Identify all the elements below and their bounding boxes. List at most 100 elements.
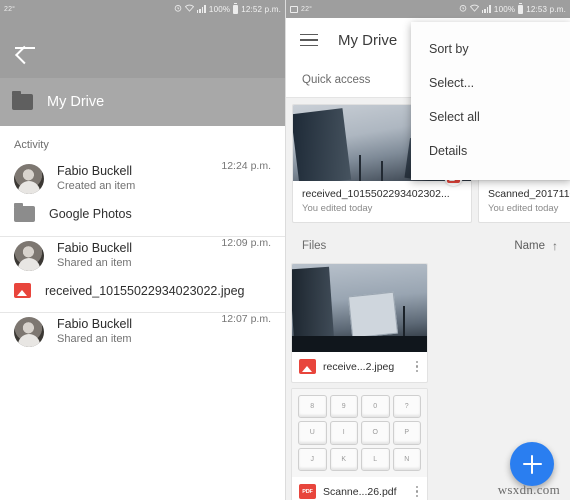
clock-label: 12:52 p.m. <box>241 4 281 14</box>
pdf-file-icon: PDF <box>299 484 316 499</box>
activity-action: Created an item <box>57 180 136 192</box>
file-card[interactable]: 8 9 0 ? U I O P J K L N PDF Scanne...26.… <box>291 388 428 500</box>
key-shape: N <box>392 447 421 471</box>
key-shape: K <box>329 447 358 471</box>
avatar <box>14 317 44 347</box>
activity-time: 12:24 p.m. <box>221 160 271 172</box>
right-phone-screen: 22° 100% 12:53 p.m. My Drive Quick acces… <box>285 0 570 500</box>
key-shape: J <box>298 447 327 471</box>
activity-time: 12:07 p.m. <box>221 313 271 325</box>
quick-access-file-name: received_1015502293402302... <box>302 188 450 200</box>
create-new-fab-button[interactable] <box>510 442 554 486</box>
quick-access-subtitle: You edited today <box>488 203 559 214</box>
activity-list: Activity 12:24 p.m. Fabio Buckell Create… <box>0 126 285 500</box>
avatar <box>14 241 44 271</box>
billboard-shape <box>347 291 399 339</box>
file-overflow-menu-icon[interactable] <box>411 360 423 373</box>
battery-percent-label: 100% <box>493 4 516 14</box>
watermark-label: wsxdn.com <box>497 482 560 497</box>
file-card[interactable]: receive...2.jpeg <box>291 263 428 383</box>
files-label: Files <box>302 240 327 252</box>
wifi-icon <box>184 4 195 14</box>
jpeg-file-icon <box>299 359 316 374</box>
activity-item-row[interactable]: received_10155022934023022.jpeg <box>0 271 285 312</box>
menu-item-sort-by[interactable]: Sort by <box>411 32 570 66</box>
activity-time: 12:09 p.m. <box>221 237 271 249</box>
overflow-dropdown-menu: Sort by Select... Select all Details <box>411 22 570 180</box>
wifi-icon <box>469 4 480 14</box>
screenshot-icon <box>290 5 298 13</box>
sort-control[interactable]: Name ↑ <box>514 239 558 253</box>
left-toolbar <box>0 18 285 78</box>
key-shape: I <box>329 421 358 445</box>
quick-access-subtitle: You edited today <box>302 203 373 214</box>
key-shape: U <box>298 421 327 445</box>
quick-access-meta: received_1015502293402302... You edited … <box>293 181 471 222</box>
status-bar-left-group: 22° <box>4 6 15 13</box>
ground-shape <box>292 336 427 352</box>
activity-entry[interactable]: 12:09 p.m. Fabio Buckell Shared an item … <box>0 237 285 312</box>
menu-item-select-all[interactable]: Select all <box>411 100 570 134</box>
jpeg-file-icon <box>14 283 31 298</box>
signal-bars-icon <box>481 5 491 13</box>
quick-access-label: Quick access <box>302 73 371 86</box>
activity-item-name: Google Photos <box>49 207 132 221</box>
building-shape <box>293 108 352 181</box>
key-shape: ? <box>392 395 421 419</box>
file-overflow-menu-icon[interactable] <box>411 485 423 498</box>
lamp-post-shape <box>403 306 405 338</box>
alarm-clock-icon <box>174 4 182 14</box>
alarm-clock-icon <box>459 4 467 14</box>
sort-ascending-arrow-icon: ↑ <box>552 239 558 253</box>
file-name: Scanne...26.pdf <box>323 485 397 498</box>
activity-action: Shared an item <box>57 257 132 269</box>
left-phone-screen: 22° 100% 12:52 p.m. My Drive Activity 12… <box>0 0 285 500</box>
back-arrow-icon[interactable] <box>12 35 38 61</box>
key-shape: 9 <box>329 395 358 419</box>
battery-full-icon <box>233 2 239 14</box>
battery-percent-label: 100% <box>208 4 231 14</box>
file-card-footer: PDF Scanne...26.pdf <box>292 477 427 500</box>
key-shape: 0 <box>361 395 390 419</box>
activity-item-name: received_10155022934023022.jpeg <box>45 283 245 298</box>
folder-icon <box>12 91 33 110</box>
pole-shape <box>359 155 361 181</box>
temperature-indicator: 22° <box>301 5 313 13</box>
status-bar-left: 22° 100% 12:52 p.m. <box>0 0 285 18</box>
file-card-footer: receive...2.jpeg <box>292 352 427 382</box>
menu-item-details[interactable]: Details <box>411 134 570 168</box>
file-thumbnail: 8 9 0 ? U I O P J K L N <box>292 389 427 477</box>
signal-bars-icon <box>196 5 206 13</box>
quick-access-meta: Scanned_2017110 You edited today <box>479 181 570 222</box>
status-bar-right-group: 100% 12:53 p.m. <box>459 2 566 14</box>
key-shape: 8 <box>298 395 327 419</box>
hamburger-menu-icon[interactable] <box>300 33 318 47</box>
files-header: Files Name ↑ <box>286 229 570 263</box>
sort-field-label: Name <box>514 240 545 252</box>
status-bar-right: 22° 100% 12:53 p.m. <box>286 0 570 18</box>
activity-item-row[interactable]: Google Photos <box>0 194 285 236</box>
file-thumbnail <box>292 264 427 352</box>
status-bar-left-group: 22° <box>290 5 313 13</box>
clock-label: 12:53 p.m. <box>526 4 566 14</box>
activity-section-label: Activity <box>14 139 49 151</box>
page-title: My Drive <box>338 31 398 49</box>
status-bar-right-group: 100% 12:52 p.m. <box>174 2 281 14</box>
menu-item-select[interactable]: Select... <box>411 66 570 100</box>
pole-shape <box>381 161 383 181</box>
my-drive-title: My Drive <box>47 94 105 110</box>
key-shape: P <box>392 421 421 445</box>
activity-action: Shared an item <box>57 333 132 345</box>
key-shape: O <box>361 421 390 445</box>
key-shape: L <box>361 447 390 471</box>
activity-entry[interactable]: 12:24 p.m. Fabio Buckell Created an item… <box>0 160 285 236</box>
my-drive-header-bar[interactable]: My Drive <box>0 78 285 126</box>
quick-access-file-name: Scanned_2017110 <box>488 188 570 200</box>
activity-entry[interactable]: 12:07 p.m. Fabio Buckell Shared an item <box>0 313 285 347</box>
dual-screenshot: 22° 100% 12:52 p.m. My Drive Activity 12… <box>0 0 570 500</box>
folder-icon <box>14 203 35 222</box>
file-name: receive...2.jpeg <box>323 360 395 373</box>
avatar <box>14 164 44 194</box>
temperature-indicator: 22° <box>4 5 16 13</box>
battery-full-icon <box>518 2 524 14</box>
